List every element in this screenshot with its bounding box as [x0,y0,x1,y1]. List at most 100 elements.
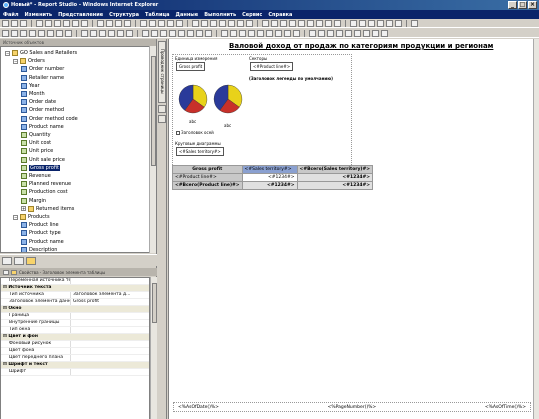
property-value[interactable] [71,278,149,284]
tree-item[interactable]: Order number [21,65,64,73]
expand-icon[interactable] [176,130,180,135]
toolbar-button-icon[interactable] [201,19,208,27]
toolbar-button-icon[interactable] [327,29,334,37]
toolbar-button-icon[interactable] [262,19,269,27]
toolbar-button-icon[interactable] [248,29,255,37]
toolbar-button-icon[interactable] [386,19,393,27]
toolbar-button-icon[interactable] [372,29,379,37]
menu-data[interactable]: Данные [176,12,199,18]
toolbar-button-icon[interactable] [169,29,176,37]
toolbar-button-icon[interactable] [221,29,228,37]
toolbar-button-icon[interactable] [124,19,131,27]
tree-item[interactable]: Planned revenue [21,180,71,188]
crosstab-cell-total-col[interactable]: <#1234#> [296,173,374,182]
menu-edit[interactable]: Изменить [25,12,53,18]
toolbar-button-icon[interactable] [205,29,212,37]
toolbar-button-icon[interactable] [237,19,244,27]
menu-help[interactable]: Справка [268,12,292,18]
toolbar-button-icon[interactable] [117,29,124,37]
toolbar-button-icon[interactable] [228,19,235,27]
toolbar-button-icon[interactable] [2,19,9,27]
toolbar-button-icon[interactable] [65,29,72,37]
report-title[interactable]: Валовой доход от продаж по категориям пр… [229,42,493,50]
measure-dropzone[interactable]: Gross profit [176,62,206,71]
maximize-button[interactable]: □ [518,1,527,9]
toolbar-button-icon[interactable] [192,19,199,27]
toolbar-button-icon[interactable] [151,29,158,37]
toolbar-button-icon[interactable] [309,29,316,37]
property-category[interactable]: ⊟ Источник текста [1,285,149,292]
property-category[interactable]: ⊟ Цвет и фон [1,334,149,341]
tree-item[interactable]: Month [21,90,45,98]
menu-run[interactable]: Выполнить [204,12,236,18]
toolbar-button-icon[interactable] [350,19,357,27]
property-category[interactable]: ⊟ Окно [1,306,149,313]
toolbar-button-icon[interactable] [158,19,165,27]
tree-item[interactable]: Product name [21,123,64,131]
expand-icon[interactable]: + [21,206,26,212]
crosstab-row-header[interactable]: <#Product line#> [172,173,243,182]
tree-item[interactable]: Quantity [21,131,51,139]
menu-structure[interactable]: Структура [109,12,139,18]
collapse-icon[interactable]: − [13,214,18,220]
toolbar-button-icon[interactable] [266,29,273,37]
toolbar-button-icon[interactable] [115,19,122,27]
toolbar-button-icon[interactable] [106,19,113,27]
tree-item[interactable]: Retailer name [21,74,64,82]
tree-item[interactable]: Order date [21,98,56,106]
toolbar-button-icon[interactable] [377,19,384,27]
toolbar-button-icon[interactable] [363,29,370,37]
tree-item[interactable]: Year [21,82,40,90]
toolbar-button-icon[interactable] [196,29,203,37]
select-ancestor-icon[interactable] [11,269,17,275]
toolbar-button-icon[interactable] [178,29,185,37]
toolbar-button-icon[interactable] [11,29,18,37]
legend-title[interactable]: (Заголовок легенды по умолчанию) [249,76,333,81]
toolbar-button-icon[interactable] [219,19,226,27]
toolbar-button-icon[interactable] [316,19,323,27]
toolbox-tab-icon[interactable] [26,257,36,265]
toolbar-button-icon[interactable] [63,19,70,27]
footer-page-number[interactable]: <%PageNumber()%> [328,405,377,410]
toolbar-button-icon[interactable] [72,19,79,27]
toolbar-button-icon[interactable] [230,29,237,37]
toolbar-button-icon[interactable] [81,19,88,27]
close-button[interactable]: × [528,1,537,9]
toolbar-button-icon[interactable] [293,29,300,37]
tree-item[interactable]: Unit price [21,147,53,155]
property-row[interactable]: Цвет переднего плана [1,355,149,362]
condition-explorer-tab[interactable] [158,115,166,123]
toolbar-button-icon[interactable] [45,19,52,27]
toolbar-button-icon[interactable] [36,19,43,27]
toolbar-button-icon[interactable] [280,19,287,27]
toolbar-button-icon[interactable] [354,29,361,37]
toolbar-button-icon[interactable] [359,19,366,27]
toolbar-button-icon[interactable] [108,29,115,37]
axis-title-row[interactable]: Заголовок осей [176,130,214,135]
toolbar-button-icon[interactable] [97,19,104,27]
tree-item[interactable]: Product type [21,229,61,237]
page-explorer-tab[interactable]: Проводник страницы [158,41,166,103]
tree-item[interactable]: Order method [21,106,64,114]
page-footer[interactable]: <%AsOfDate()%> <%PageNumber()%> <%AsOfTi… [173,402,531,412]
tree-item[interactable]: Gross profit [21,164,60,172]
properties-scrollbar[interactable] [150,277,157,419]
property-value[interactable]: Заголовок элемента д... [71,292,149,298]
toolbar-button-icon[interactable] [368,19,375,27]
toolbar-button-icon[interactable] [47,29,54,37]
tree-item[interactable]: Order method code [21,115,78,123]
property-value[interactable] [71,341,149,347]
tree-item[interactable]: Product line [21,221,59,229]
property-value[interactable] [71,348,149,354]
property-row[interactable]: Граница [1,313,149,320]
toolbar-button-icon[interactable] [20,19,27,27]
crosstab-cell-total-row[interactable]: <#1234#> [241,181,298,190]
source-tab-icon[interactable] [2,257,12,265]
toolbar-button-icon[interactable] [160,29,167,37]
property-value[interactable] [71,313,149,319]
scroll-thumb[interactable] [151,56,156,166]
pie-charts-dropzone[interactable]: <#Sales territory#> [176,147,224,156]
toolbar-button-icon[interactable] [246,19,253,27]
toolbar-button-icon[interactable] [29,29,36,37]
toolbar-button-icon[interactable] [56,29,63,37]
